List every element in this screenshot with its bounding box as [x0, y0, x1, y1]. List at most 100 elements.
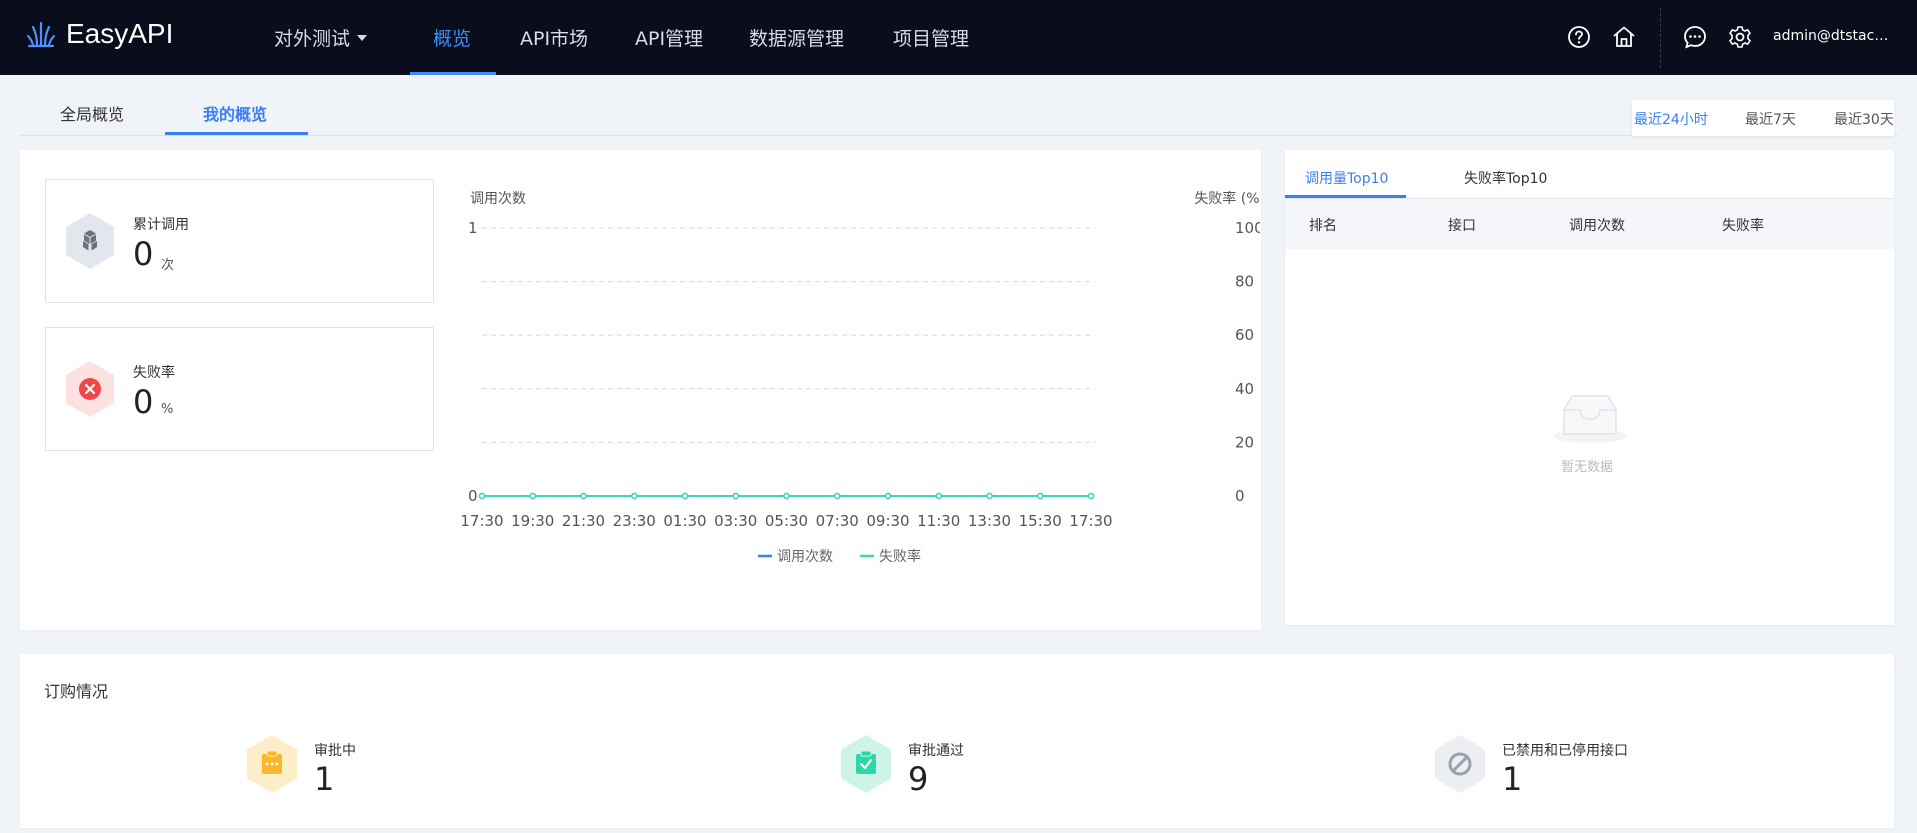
empty-state-text: 暂无数据	[1561, 460, 1614, 475]
time-range-selector: 最近24小时 最近7天 最近30天	[1632, 100, 1894, 136]
col-failure-rate: 失败率	[1722, 218, 1764, 234]
data-point[interactable]	[935, 492, 942, 500]
help-icon[interactable]	[1566, 24, 1592, 50]
x-tick: 19:30	[511, 512, 554, 530]
col-call-count: 调用次数	[1569, 218, 1625, 234]
empty-box-icon	[1553, 395, 1627, 443]
tab-failure-top10[interactable]: 失败率Top10	[1464, 168, 1547, 188]
top-navbar: EasyAPI 对外测试 概览 API市场 API管理 数据源管理 项目管理 a…	[0, 0, 1917, 75]
disabled-api-label: 已禁用和已停用接口	[1502, 743, 1628, 759]
home-icon[interactable]	[1611, 24, 1637, 50]
user-account[interactable]: admin@dtstack.com	[1773, 28, 1895, 44]
project-dropdown-label: 对外测试	[274, 28, 351, 50]
toolbar-divider	[1660, 8, 1661, 68]
x-tick: 15:30	[1019, 512, 1062, 530]
caret-down-icon	[357, 34, 368, 41]
approved-value: 9	[908, 760, 929, 798]
legend-item[interactable]: 调用次数	[777, 549, 833, 565]
failure-rate-card: 失败率 0 %	[45, 327, 434, 451]
settings-icon[interactable]	[1727, 24, 1753, 50]
x-tick: 13:30	[968, 512, 1011, 530]
failure-rate-label: 失败率	[133, 365, 175, 381]
x-tick: 09:30	[866, 512, 909, 530]
x-tick: 21:30	[562, 512, 605, 530]
x-tick: 17:30	[1069, 512, 1112, 530]
y-right-tick: 60	[1235, 326, 1254, 344]
data-point[interactable]	[732, 492, 739, 500]
error-icon	[66, 361, 114, 417]
cube-icon	[66, 213, 114, 269]
tab-global-overview[interactable]: 全局概览	[60, 101, 124, 125]
data-point[interactable]	[631, 492, 638, 500]
legend-item[interactable]: 失败率	[879, 548, 921, 565]
total-calls-unit: 次	[161, 258, 175, 273]
top10-table-header: 排名 接口 调用次数 失败率	[1285, 199, 1894, 249]
pending-approval-value: 1	[314, 760, 335, 798]
approved-label: 审批通过	[908, 743, 964, 759]
data-point[interactable]	[580, 492, 587, 500]
failure-rate-unit: %	[161, 402, 174, 417]
range-24h[interactable]: 最近24小时	[1634, 109, 1708, 129]
x-tick: 07:30	[816, 512, 859, 530]
nav-api-market[interactable]: API市场	[520, 24, 588, 51]
range-7d[interactable]: 最近7天	[1745, 109, 1796, 129]
tab-active-indicator	[165, 132, 308, 135]
total-calls-value: 0	[133, 235, 154, 273]
y-right-tick: 40	[1235, 380, 1254, 398]
total-calls-label: 累计调用	[133, 217, 189, 233]
x-tick: 11:30	[917, 512, 960, 530]
y-left-tick: 0	[468, 487, 478, 505]
subscription-title: 订购情况	[44, 682, 109, 701]
nav-datasource-manage[interactable]: 数据源管理	[749, 24, 844, 51]
disabled-api-value: 1	[1502, 760, 1523, 798]
x-tick: 23:30	[613, 512, 656, 530]
logo-icon	[26, 21, 56, 48]
tab-calls-top10[interactable]: 调用量Top10	[1305, 168, 1388, 188]
approved-clipboard-icon	[841, 735, 891, 793]
y-axis-left-label: 调用次数	[470, 191, 526, 207]
nav-api-manage[interactable]: API管理	[635, 24, 703, 51]
y-right-tick: 100	[1235, 219, 1260, 237]
x-tick: 01:30	[663, 512, 706, 530]
data-point[interactable]	[1087, 492, 1095, 500]
top10-active-indicator	[1285, 195, 1406, 198]
data-point[interactable]	[681, 492, 689, 500]
app-logo[interactable]: EasyAPI	[26, 18, 173, 50]
disabled-api-item: 已禁用和已停用接口 1	[1433, 734, 1628, 798]
range-30d[interactable]: 最近30天	[1834, 109, 1894, 129]
tab-my-overview[interactable]: 我的概览	[203, 101, 267, 125]
y-right-tick: 0	[1235, 487, 1245, 505]
y-right-tick: 80	[1235, 273, 1254, 291]
total-calls-card: 累计调用 0 次	[45, 179, 434, 303]
pending-approval-label: 审批中	[314, 743, 356, 759]
failure-rate-value: 0	[133, 383, 154, 421]
project-dropdown[interactable]: 对外测试	[274, 24, 368, 51]
stats-panel: 累计调用 0 次 失败率 0 % 调用次数 失败率 (%) 100 80 60 40 2…	[20, 150, 1261, 630]
nav-project-manage[interactable]: 项目管理	[893, 24, 969, 51]
data-point[interactable]	[986, 492, 993, 500]
data-point[interactable]	[478, 492, 486, 500]
nav-overview[interactable]: 概览	[433, 24, 471, 51]
message-icon[interactable]	[1682, 24, 1708, 50]
data-point[interactable]	[1037, 492, 1044, 500]
pending-clipboard-icon	[247, 735, 297, 793]
col-api: 接口	[1448, 218, 1476, 234]
nav-active-indicator	[410, 72, 496, 75]
y-left-tick: 1	[468, 219, 478, 237]
x-tick: 03:30	[714, 512, 757, 530]
overview-tabs: 全局概览 我的概览	[20, 95, 1898, 136]
calls-failure-chart: 调用次数 失败率 (%) 100 80 60 40 20 0 1 0 17:30 19:30 21:…	[460, 190, 1260, 565]
data-point[interactable]	[834, 492, 841, 500]
approved-item: 审批通过 9	[839, 734, 964, 798]
data-point[interactable]	[884, 492, 892, 500]
data-point[interactable]	[529, 492, 536, 500]
top10-panel: 调用量Top10 失败率Top10 排名 接口 调用次数 失败率 暂无数据	[1285, 150, 1894, 625]
subscription-panel: 订购情况 审批中 1 审批通过 9 已禁用和已停用接口 1	[20, 654, 1894, 828]
col-rank: 排名	[1309, 218, 1337, 234]
x-tick: 17:30	[460, 512, 503, 530]
y-axis-right-label: 失败率 (%)	[1194, 190, 1260, 207]
y-right-tick: 20	[1235, 433, 1254, 451]
data-point[interactable]	[783, 492, 790, 500]
disabled-icon	[1435, 735, 1485, 793]
app-name: EasyAPI	[66, 18, 174, 49]
